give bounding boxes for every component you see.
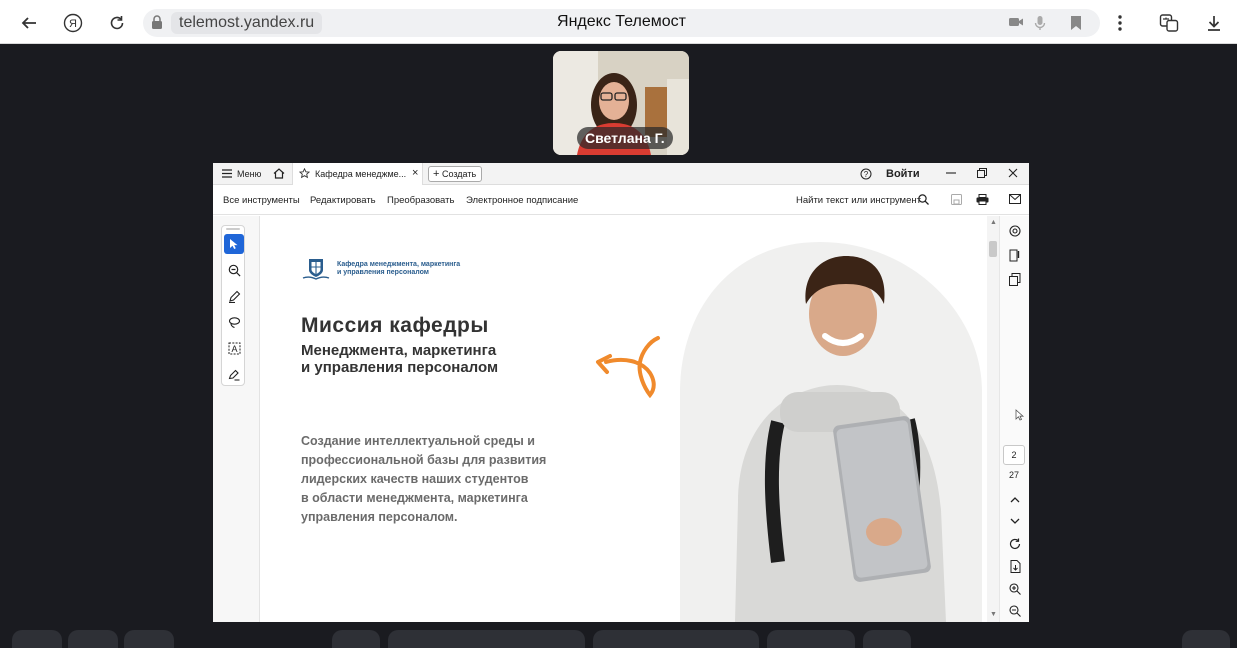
page-extract-icon[interactable] <box>1008 559 1022 573</box>
save-icon[interactable] <box>951 194 962 208</box>
tab-document[interactable]: Кафедра менеджме... × <box>292 163 423 185</box>
mission-line-3: лидерских качеств наших студентов <box>301 472 529 486</box>
mission-paragraph: Создание интеллектуальной среды и профес… <box>301 432 591 527</box>
svg-text:?: ? <box>864 170 869 179</box>
rotate-icon[interactable] <box>1008 537 1022 551</box>
participant-video-tile[interactable]: Светлана Г. <box>553 51 689 155</box>
restore-window-icon[interactable] <box>977 168 987 180</box>
student-photo <box>680 242 982 622</box>
edit-link[interactable]: Редактировать <box>310 195 376 206</box>
screen: Я telemost.yandex.ru Яндекс Телемост Све… <box>0 0 1237 648</box>
fill-sign-tool-icon[interactable] <box>224 364 244 384</box>
participant-name-label: Светлана Г. <box>577 127 673 149</box>
create-tab-label: Создать <box>441 169 477 179</box>
hamburger-menu-icon[interactable] <box>222 169 232 180</box>
comment-zoom-tool-icon[interactable] <box>224 260 244 280</box>
shared-pdf-window: Меню Кафедра менеджме... × + Создать ? В… <box>213 163 1029 622</box>
zoom-in-icon[interactable] <box>1008 582 1022 596</box>
home-icon[interactable] <box>273 168 285 181</box>
next-page-chevron-down-icon[interactable] <box>1008 514 1022 528</box>
camera-icon[interactable] <box>1008 15 1024 34</box>
microphone-control-button[interactable] <box>12 630 62 648</box>
page-total-label: 27 <box>1008 470 1019 480</box>
plus-icon: + <box>433 168 440 180</box>
more-menu-icon[interactable] <box>1109 12 1131 34</box>
all-tools-link[interactable]: Все инструменты <box>223 195 300 206</box>
sign-in-button[interactable]: Войти <box>886 168 920 180</box>
reactions-control-button[interactable] <box>767 630 855 648</box>
scroll-up-arrow-icon[interactable]: ▲ <box>990 219 997 226</box>
e-sign-link[interactable]: Электронное подписание <box>466 195 578 206</box>
browser-toolbar: Я telemost.yandex.ru Яндекс Телемост <box>0 0 1237 44</box>
bookmark-icon[interactable] <box>1070 15 1082 36</box>
url-text[interactable]: telemost.yandex.ru <box>171 12 323 34</box>
page-number-input[interactable]: 2 <box>1003 445 1025 465</box>
ai-assistant-icon[interactable] <box>1008 224 1022 238</box>
print-icon[interactable] <box>976 194 989 208</box>
star-icon[interactable] <box>298 167 311 181</box>
vertical-scrollbar[interactable]: ▲ ▼ <box>987 216 999 622</box>
select-tool-cursor-icon[interactable] <box>224 234 244 254</box>
lock-icon[interactable] <box>151 15 163 35</box>
bookmarks-icon[interactable] <box>1008 248 1022 262</box>
end-call-control-button[interactable] <box>1182 630 1230 648</box>
more-control-button[interactable] <box>863 630 911 648</box>
menu-button[interactable]: Меню <box>237 169 261 179</box>
logo-caption: Кафедра менеджмента, маркетинга и управл… <box>337 261 497 277</box>
translate-icon[interactable] <box>1158 12 1180 34</box>
screen-share-control-button[interactable] <box>388 630 585 648</box>
help-icon[interactable]: ? <box>860 168 872 182</box>
mission-line-5: управления персоналом. <box>301 510 458 524</box>
microphone-icon[interactable] <box>1034 15 1046 36</box>
lasso-tool-icon[interactable] <box>224 312 244 332</box>
camera-control-button[interactable] <box>68 630 118 648</box>
mission-line-2: профессиональной базы для развития <box>301 453 547 467</box>
mission-line-4: в области менеджмента, маркетинга <box>301 491 528 505</box>
subheading-line-1: Менеджмента, маркетинга <box>301 342 497 359</box>
back-arrow-icon[interactable] <box>18 12 40 34</box>
close-tab-icon[interactable]: × <box>412 167 418 179</box>
pdf-tab-bar: Меню Кафедра менеджме... × + Создать ? В… <box>213 163 1029 185</box>
convert-link[interactable]: Преобразовать <box>387 195 454 206</box>
mouse-cursor-icon <box>1015 409 1025 421</box>
download-icon[interactable] <box>1203 12 1225 34</box>
previous-page-chevron-up-icon[interactable] <box>1008 492 1022 506</box>
orange-curl-arrow-graphic <box>596 336 660 398</box>
zoom-out-icon[interactable] <box>1008 604 1022 618</box>
rail-grip[interactable] <box>226 228 240 230</box>
logo-line-1: Кафедра менеджмента, маркетинга <box>337 261 461 268</box>
reload-icon[interactable] <box>106 12 128 34</box>
create-tab-button[interactable]: + Создать <box>428 166 483 182</box>
subheading-line-2: и управления персоналом <box>301 359 499 376</box>
svg-text:Я: Я <box>69 18 77 30</box>
document-page[interactable]: Кафедра менеджмента, маркетинга и управл… <box>260 216 982 622</box>
scroll-down-arrow-icon[interactable]: ▼ <box>990 611 997 618</box>
pages-thumbnails-icon[interactable] <box>1008 272 1022 286</box>
tool-rail: A <box>221 225 245 386</box>
close-window-icon[interactable] <box>1008 168 1018 180</box>
email-icon[interactable] <box>1009 194 1021 207</box>
mission-line-1: Создание интеллектуальной среды и <box>301 434 535 448</box>
address-bar[interactable]: telemost.yandex.ru Яндекс Телемост <box>143 9 1100 37</box>
search-icon[interactable] <box>918 194 929 208</box>
page-subheading: Менеджмента, маркетинга и управления пер… <box>301 342 561 376</box>
department-logo-icon <box>302 259 330 280</box>
search-tools-field[interactable]: Найти текст или инструмент <box>796 195 921 206</box>
yandex-logo-icon[interactable]: Я <box>62 12 84 34</box>
minimize-window-icon[interactable] <box>946 168 956 180</box>
scroll-thumb[interactable] <box>989 241 997 257</box>
pdf-toolbar: Все инструменты Редактировать Преобразов… <box>213 185 1029 215</box>
svg-text:A: A <box>231 344 237 354</box>
pen-tool-icon[interactable] <box>224 286 244 306</box>
participants-control-button[interactable] <box>124 630 174 648</box>
logo-line-2: и управления персоналом <box>337 269 429 276</box>
tools-sidebar: A <box>213 216 260 622</box>
text-box-tool-icon[interactable]: A <box>224 338 244 358</box>
chat-control-button[interactable] <box>593 630 759 648</box>
page-heading: Миссия кафедры <box>301 314 489 337</box>
tab-document-label: Кафедра менеджме... <box>315 169 407 179</box>
settings-control-button[interactable] <box>332 630 380 648</box>
